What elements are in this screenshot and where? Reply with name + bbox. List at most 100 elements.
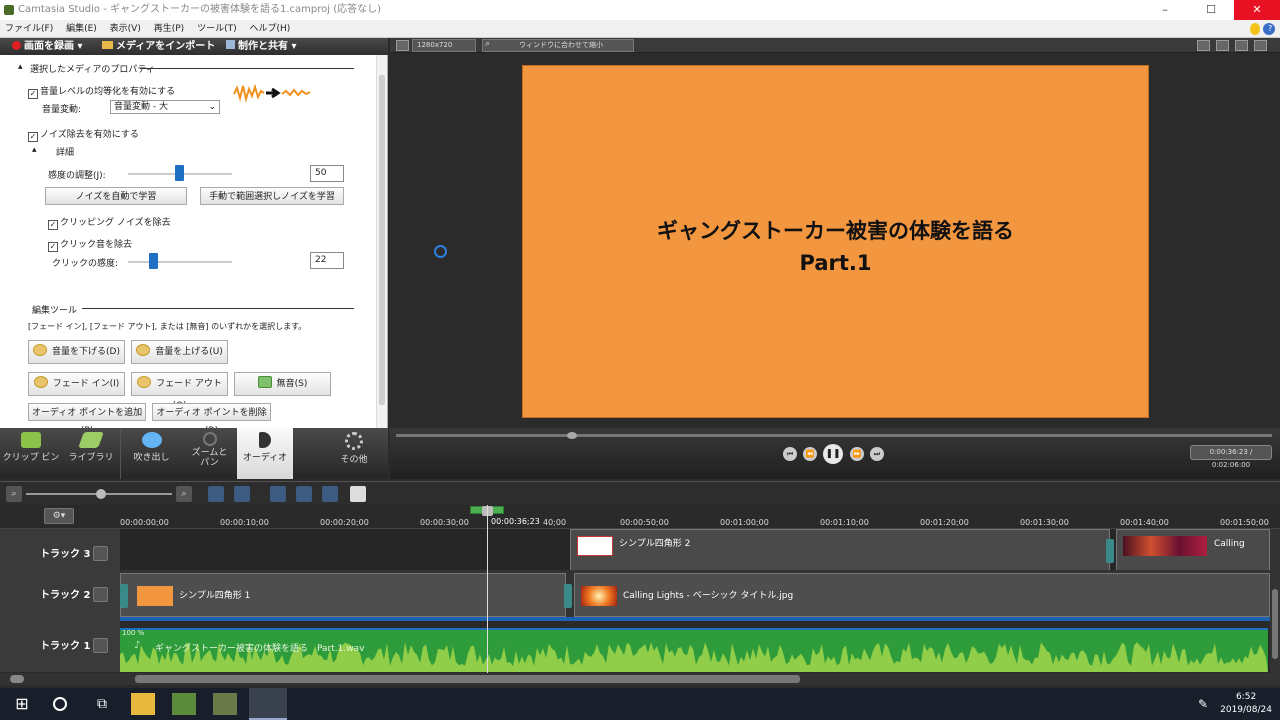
lightbulb-icon[interactable] [1250, 23, 1260, 35]
clip-rectangle-2[interactable]: シンプル四角形 2 [570, 529, 1110, 573]
pen-icon[interactable]: ✎ [1198, 697, 1208, 711]
file-explorer-icon[interactable] [131, 693, 155, 715]
cut-icon[interactable] [270, 486, 286, 502]
tab-library[interactable]: ライブラリ [62, 428, 120, 479]
clock[interactable]: 6:52 2019/08/24 [1220, 691, 1272, 717]
camtasia-studio-active-icon[interactable] [249, 688, 287, 720]
silence-button[interactable]: 無音(S) [234, 372, 331, 396]
zoom-out-icon[interactable]: ⌕ [6, 486, 22, 502]
delete-audio-point-button[interactable]: オーディオ ポイントを削除(R) [152, 403, 271, 436]
maximize-button[interactable]: ☐ [1188, 0, 1234, 20]
clip-calling-lights-title[interactable]: Calling Lights - ベーシック タイトル.jpg [574, 573, 1270, 617]
chevron-down-icon: ⌄ [208, 102, 216, 112]
copy-icon[interactable] [322, 486, 338, 502]
noise-removal-checkbox[interactable]: ✓ ノイズ除去を有効にする [28, 127, 139, 142]
volume-up-button[interactable]: 音量を上げる(U) [131, 340, 228, 364]
redo-icon[interactable] [234, 486, 250, 502]
taskbar: ⊞ ⧉ ✎ 6:52 2019/08/24 [0, 688, 1280, 720]
properties-panel: 画面を録画 ▾ メディアをインポート 制作と共有 ▾ ▴ 選択したメディアのプロ… [0, 38, 388, 436]
minimize-button[interactable]: – [1142, 0, 1188, 20]
scrollbar-thumb[interactable] [379, 75, 385, 405]
remove-clipping-checkbox[interactable]: ✓ クリッピング ノイズを除去 [48, 215, 171, 230]
vscroll-thumb[interactable] [1272, 589, 1278, 659]
fullscreen-icon[interactable] [1216, 40, 1229, 51]
lock-icon[interactable] [93, 546, 108, 561]
tab-callouts[interactable]: 吹き出し [120, 428, 182, 479]
click-sensitivity-slider-track[interactable] [128, 261, 232, 263]
tab-audio[interactable]: オーディオ [237, 428, 293, 479]
search-circle-icon[interactable] [53, 697, 67, 711]
zoom-fit-dropdown[interactable]: ウィンドウに合わせて縮小 [482, 39, 634, 52]
remove-clicks-checkbox[interactable]: ✓ クリック音を除去 [48, 237, 132, 252]
lock-icon[interactable] [93, 587, 108, 602]
panel-scrollbar[interactable] [376, 55, 387, 428]
menu-view[interactable]: 表示(V) [105, 20, 146, 38]
fast-forward-icon[interactable]: ⏩ [850, 447, 864, 461]
sensitivity-label: 感度の調整(J): [48, 171, 106, 181]
volume-change-select[interactable]: 音量変動 - 大 ⌄ [110, 100, 220, 114]
click-sensitivity-slider-thumb[interactable] [149, 253, 158, 269]
skip-forward-icon[interactable]: ⏭ [870, 447, 884, 461]
timeline-hscroll[interactable] [0, 673, 1280, 685]
rewind-icon[interactable]: ⏪ [803, 447, 817, 461]
camtasia-app-icon[interactable] [213, 693, 237, 715]
split-icon[interactable] [296, 486, 312, 502]
clip-handle[interactable] [120, 584, 128, 608]
windows-start-icon[interactable]: ⊞ [10, 693, 34, 715]
canvas-size-dropdown[interactable]: 1280x720 [412, 39, 476, 52]
timeline-zoom-handle[interactable] [10, 675, 24, 683]
help-icon[interactable]: ? [1263, 23, 1275, 35]
import-media-button[interactable]: メディアをインポート [102, 38, 215, 55]
close-button[interactable]: ✕ [1234, 0, 1280, 20]
undo-icon[interactable] [208, 486, 224, 502]
manual-learn-noise-button[interactable]: 手動で範囲選択しノイズを学習 [200, 187, 344, 205]
task-view-icon[interactable]: ⧉ [90, 693, 114, 715]
maximize-preview-icon[interactable] [1254, 40, 1267, 51]
timeline-vscroll[interactable] [1270, 529, 1280, 673]
expand-arrow-icon[interactable]: ▴ [32, 145, 37, 155]
menu-file[interactable]: ファイル(F) [0, 20, 58, 38]
menu-play[interactable]: 再生(P) [149, 20, 189, 38]
auto-learn-noise-button[interactable]: ノイズを自動で学習 [45, 187, 187, 205]
menu-help[interactable]: ヘルプ(H) [244, 20, 295, 38]
zoom-slider-thumb[interactable] [96, 489, 106, 499]
clip-rectangle-1[interactable]: シンプル四角形 1 [120, 573, 566, 617]
camtasia-recorder-icon[interactable] [172, 693, 196, 715]
tab-clip-bin[interactable]: クリップ ビン [0, 428, 62, 479]
fade-out-button[interactable]: フェード アウト(O) [131, 372, 228, 411]
sensitivity-input[interactable]: 50 [310, 165, 344, 182]
lock-icon[interactable] [93, 638, 108, 653]
pause-button[interactable]: ❚❚ [823, 444, 843, 464]
seek-bar[interactable] [396, 434, 1272, 437]
collapse-arrow-icon[interactable]: ▴ [18, 62, 23, 72]
skip-back-icon[interactable]: ⏮ [783, 447, 797, 461]
zoom-in-icon[interactable]: ⌕ [176, 486, 192, 502]
record-icon [12, 41, 21, 50]
record-screen-button[interactable]: 画面を録画 ▾ [12, 38, 83, 55]
detach-icon[interactable] [1235, 40, 1248, 51]
clip-calling-lights[interactable]: Calling Lights [1116, 529, 1270, 593]
click-sensitivity-label: クリックの感度: [52, 259, 119, 269]
sensitivity-slider-thumb[interactable] [175, 165, 184, 181]
produce-share-button[interactable]: 制作と共有 ▾ [226, 38, 297, 55]
view-mode-icon[interactable] [1197, 40, 1210, 51]
paste-icon[interactable] [350, 486, 366, 502]
menu-edit[interactable]: 編集(E) [61, 20, 102, 38]
settings-gear-icon[interactable]: ⚙▾ [44, 508, 74, 524]
tab-more[interactable]: その他 [323, 428, 385, 479]
menu-tools[interactable]: ツール(T) [192, 20, 242, 38]
tab-zoom-pan[interactable]: ズームと パン [182, 428, 237, 479]
add-audio-point-button[interactable]: オーディオ ポイントを追加(P) [28, 403, 146, 436]
window-title: Camtasia Studio - ギャングストーカーの被害体験を語る1.cam… [18, 4, 382, 15]
clip-handle[interactable] [1106, 539, 1114, 563]
click-sensitivity-input[interactable]: 22 [310, 252, 344, 269]
fade-in-button[interactable]: フェード イン(I) [28, 372, 125, 396]
folder-icon [102, 41, 113, 49]
volume-leveling-checkbox[interactable]: ✓ 音量レベルの均等化を有効にする [28, 84, 175, 99]
seek-thumb[interactable] [567, 432, 577, 439]
produce-icon [226, 40, 235, 49]
volume-down-button[interactable]: 音量を下げる(D) [28, 340, 125, 364]
canvas-icon[interactable] [396, 40, 409, 51]
hscroll-thumb[interactable] [135, 675, 800, 683]
clip-handle[interactable] [564, 584, 572, 608]
